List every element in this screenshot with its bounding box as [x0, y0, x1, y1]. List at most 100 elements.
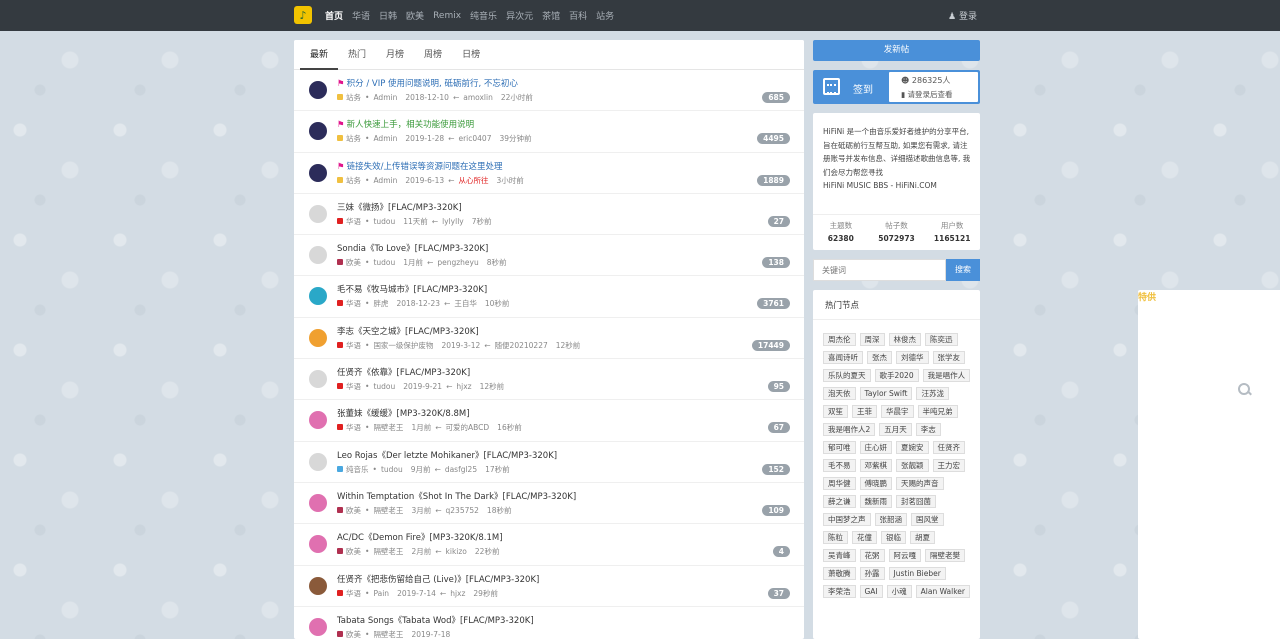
- thread-title[interactable]: 李志《天空之城》[FLAC/MP3-320K]: [337, 325, 479, 337]
- forum-name[interactable]: 华语: [346, 341, 361, 350]
- last-reply-user[interactable]: eric0407: [458, 134, 491, 143]
- hot-tag[interactable]: 郁可唯: [823, 441, 856, 454]
- hot-tag[interactable]: 乐队的夏天: [823, 369, 871, 382]
- last-reply-user[interactable]: 可爱的ABCD: [446, 423, 490, 432]
- forum-name[interactable]: 华语: [346, 299, 361, 308]
- forum-name[interactable]: 纯音乐: [346, 465, 369, 474]
- author-name[interactable]: 隔壁老王: [373, 506, 403, 515]
- avatar[interactable]: [309, 617, 327, 636]
- hot-tag[interactable]: 傅晓鹏: [859, 477, 892, 490]
- hot-tag[interactable]: 李荣浩: [823, 585, 856, 598]
- forum-name[interactable]: 华语: [346, 423, 361, 432]
- last-reply-user[interactable]: amoxlin: [463, 93, 493, 102]
- hot-tag[interactable]: 张学友: [932, 351, 965, 364]
- forum-name[interactable]: 华语: [346, 589, 361, 598]
- last-reply-user[interactable]: lylylly: [442, 217, 464, 226]
- nav-item-9[interactable]: 百科: [569, 9, 587, 22]
- thread-row[interactable]: Leo Rojas《Der letzte Mohikaner》[FLAC/MP3…: [294, 442, 804, 483]
- hot-tag[interactable]: 王力宏: [932, 459, 965, 472]
- forum-name[interactable]: 站务: [346, 134, 361, 143]
- hot-tag[interactable]: 中国梦之声: [823, 513, 871, 526]
- thread-title[interactable]: 张董妹《缓缓》[MP3-320K/8.8M]: [337, 407, 470, 419]
- hot-tag[interactable]: 五月天: [879, 423, 912, 436]
- hot-tag[interactable]: 吴青峰: [823, 549, 856, 562]
- nav-item-1[interactable]: 华语: [352, 9, 370, 22]
- thread-title[interactable]: 毛不易《牧马城市》[FLAC/MP3-320K]: [337, 283, 487, 295]
- hot-tag[interactable]: 张靓颖: [896, 459, 929, 472]
- hot-tag[interactable]: 阿云嘎: [888, 549, 921, 562]
- avatar[interactable]: [309, 411, 327, 430]
- last-reply-user[interactable]: pengzheyu: [437, 258, 478, 267]
- last-reply-user[interactable]: dasfgl25: [445, 465, 477, 474]
- hot-tag[interactable]: 魏新雨: [859, 495, 892, 508]
- nav-item-0[interactable]: 首页: [325, 9, 343, 22]
- forum-name[interactable]: 华语: [346, 217, 361, 226]
- author-name[interactable]: tudou: [373, 217, 395, 226]
- forum-name[interactable]: 欧美: [346, 547, 361, 556]
- author-name[interactable]: 隔壁老王: [373, 547, 403, 556]
- thread-row[interactable]: 毛不易《牧马城市》[FLAC/MP3-320K] 华语 • 胖虎 2018-12-23 ←…: [294, 276, 804, 318]
- author-name[interactable]: 隔壁老王: [373, 630, 403, 639]
- thread-row[interactable]: ⚑ 积分 / VIP 使用问题说明, 砥砺前行, 不忘初心 站务 • Admin 2018…: [294, 70, 804, 112]
- avatar[interactable]: [309, 576, 327, 595]
- thread-row[interactable]: Sondia《To Love》[FLAC/MP3-320K] 欧美 • tudou 1月…: [294, 235, 804, 277]
- thread-title[interactable]: Leo Rojas《Der letzte Mohikaner》[FLAC/MP3…: [337, 449, 557, 461]
- author-name[interactable]: 国家一级保护废物: [373, 341, 433, 350]
- avatar[interactable]: [309, 328, 327, 347]
- hot-tag[interactable]: 张杰: [867, 351, 892, 364]
- nav-item-2[interactable]: 日韩: [379, 9, 397, 22]
- hot-tag[interactable]: 歌手2020: [874, 369, 919, 382]
- hot-tag[interactable]: 花粥: [859, 549, 885, 562]
- hot-tag[interactable]: 喜闻诗听: [823, 351, 863, 364]
- hot-tag[interactable]: 萧敬腾: [823, 567, 856, 580]
- forum-name[interactable]: 站务: [346, 176, 361, 185]
- hot-tag[interactable]: 封茗囧菌: [896, 495, 936, 508]
- nav-item-10[interactable]: 站务: [596, 9, 614, 22]
- hot-tag[interactable]: 双笙: [823, 405, 848, 418]
- site-logo-icon[interactable]: ♪: [294, 6, 312, 24]
- nav-item-7[interactable]: 特供: [1138, 290, 1280, 639]
- hot-tag[interactable]: 国风堂: [911, 513, 944, 526]
- hot-tag[interactable]: 任贤齐: [932, 441, 965, 454]
- tab-0[interactable]: 最新: [300, 40, 339, 70]
- thread-row[interactable]: 三妹《微扬》[FLAC/MP3-320K] 华语 • tudou 11天前 ← lylyll…: [294, 194, 804, 236]
- tab-1[interactable]: 热门: [338, 40, 376, 70]
- nav-item-4[interactable]: Remix: [433, 11, 461, 21]
- thread-title[interactable]: Tabata Songs《Tabata Wod》[FLAC/MP3-320K]: [337, 614, 534, 626]
- last-reply-user[interactable]: hjxz: [450, 589, 465, 598]
- thread-row[interactable]: 任贤齐《把悲伤留给自己 (Live)》[FLAC/MP3-320K] 华语 • Pai…: [294, 566, 804, 607]
- hot-tag[interactable]: 胡夏: [910, 531, 935, 544]
- hot-tag[interactable]: 天赐的声音: [896, 477, 944, 490]
- thread-row[interactable]: 张董妹《缓缓》[MP3-320K/8.8M] 华语 • 隔壁老王 1月前 ← 可爱的ABCD…: [294, 400, 804, 442]
- thread-row[interactable]: 任贤齐《依靠》[FLAC/MP3-320K] 华语 • tudou 2019-9-21 ←…: [294, 359, 804, 401]
- author-name[interactable]: tudou: [373, 382, 395, 391]
- hot-tag[interactable]: 泡天依: [823, 387, 856, 400]
- nav-item-5[interactable]: 纯音乐: [470, 9, 497, 22]
- forum-name[interactable]: 站务: [346, 93, 361, 102]
- author-name[interactable]: tudou: [373, 258, 395, 267]
- avatar[interactable]: [309, 204, 327, 223]
- thread-row[interactable]: Tabata Songs《Tabata Wod》[FLAC/MP3-320K] 欧…: [294, 607, 804, 639]
- author-name[interactable]: 胖虎: [373, 299, 388, 308]
- login-link[interactable]: ♟ 登录: [948, 9, 977, 22]
- thread-row[interactable]: ⚑ 链接失效/上传错误等资源问题在这里处理 站务 • Admin 2019-6-13 ← 从心…: [294, 153, 804, 194]
- hot-tag[interactable]: 周深: [859, 333, 885, 346]
- avatar[interactable]: [309, 246, 327, 265]
- last-reply-user[interactable]: hjxz: [456, 382, 471, 391]
- search-button[interactable]: 搜索: [946, 259, 980, 281]
- hot-tag[interactable]: 半吨兄弟: [917, 405, 958, 418]
- thread-row[interactable]: AC/DC《Demon Fire》[MP3-320K/8.1M] 欧美 • 隔壁老王 2…: [294, 524, 804, 566]
- avatar[interactable]: [309, 81, 327, 99]
- last-reply-user[interactable]: 随便20210227: [495, 341, 548, 350]
- thread-title[interactable]: AC/DC《Demon Fire》[MP3-320K/8.1M]: [337, 531, 503, 543]
- hot-tag[interactable]: 周华健: [823, 477, 856, 490]
- hot-tag[interactable]: 花僮: [852, 531, 877, 544]
- forum-name[interactable]: 华语: [346, 382, 361, 391]
- new-post-button[interactable]: 发新帖: [813, 40, 980, 61]
- avatar[interactable]: [309, 493, 327, 512]
- hot-tag[interactable]: Alan Walker: [915, 585, 970, 598]
- avatar[interactable]: [309, 452, 327, 471]
- tab-2[interactable]: 月榜: [376, 40, 414, 70]
- hot-tag[interactable]: 华晨宇: [881, 405, 914, 418]
- hot-tag[interactable]: 庄心妍: [859, 441, 892, 454]
